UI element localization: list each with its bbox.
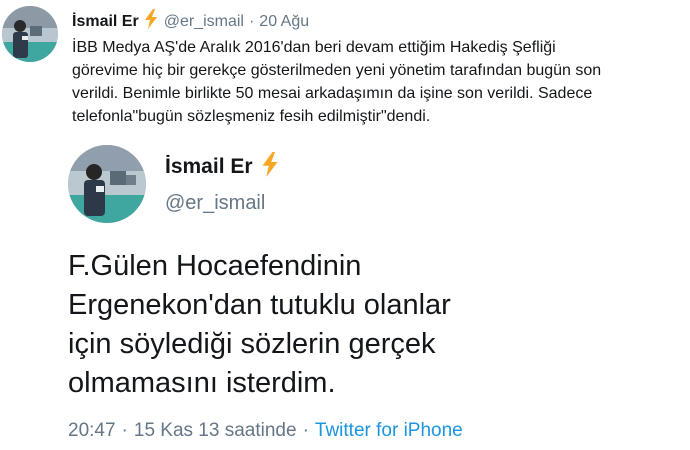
display-name[interactable]: İsmail Er <box>165 152 285 185</box>
tweet-text: İBB Medya AŞ'de Aralık 2016'dan beri dev… <box>72 39 602 125</box>
avatar[interactable] <box>2 6 58 62</box>
display-name-text[interactable]: İsmail Er <box>165 155 253 178</box>
avatar[interactable] <box>68 145 146 223</box>
handle[interactable]: @er_ismail <box>165 190 265 216</box>
tweet-header: İsmail Er @er_ismail · 20 Ağu <box>72 9 309 31</box>
lightning-bolt-icon <box>144 9 158 36</box>
handle[interactable]: @er_ismail <box>164 13 244 30</box>
separator: · <box>248 13 255 30</box>
tweet-meta: 20:47 · 15 Kas 13 saatinde · Twitter for iPh… <box>68 418 463 444</box>
display-name[interactable]: İsmail Er <box>72 13 139 30</box>
lightning-bolt-icon <box>261 152 279 185</box>
tweet-text: F.Gülen Hocaefendinin Ergenekon'dan tutu… <box>68 250 451 399</box>
tweet-date[interactable]: 20 Ağu <box>259 13 309 30</box>
source-link[interactable]: Twitter for iPhone <box>315 420 463 441</box>
tweet-date[interactable]: 15 Kas 13 saatinde <box>134 420 297 441</box>
separator: · <box>302 420 309 441</box>
quoted-tweet[interactable]: İsmail Er @er_ismail F.Gülen Hocaefendin… <box>0 135 690 450</box>
reply-tweet[interactable]: İsmail Er @er_ismail · 20 Ağu İBB Medya AŞ'… <box>0 0 690 135</box>
separator: · <box>121 420 128 441</box>
tweet-time[interactable]: 20:47 <box>68 420 116 441</box>
